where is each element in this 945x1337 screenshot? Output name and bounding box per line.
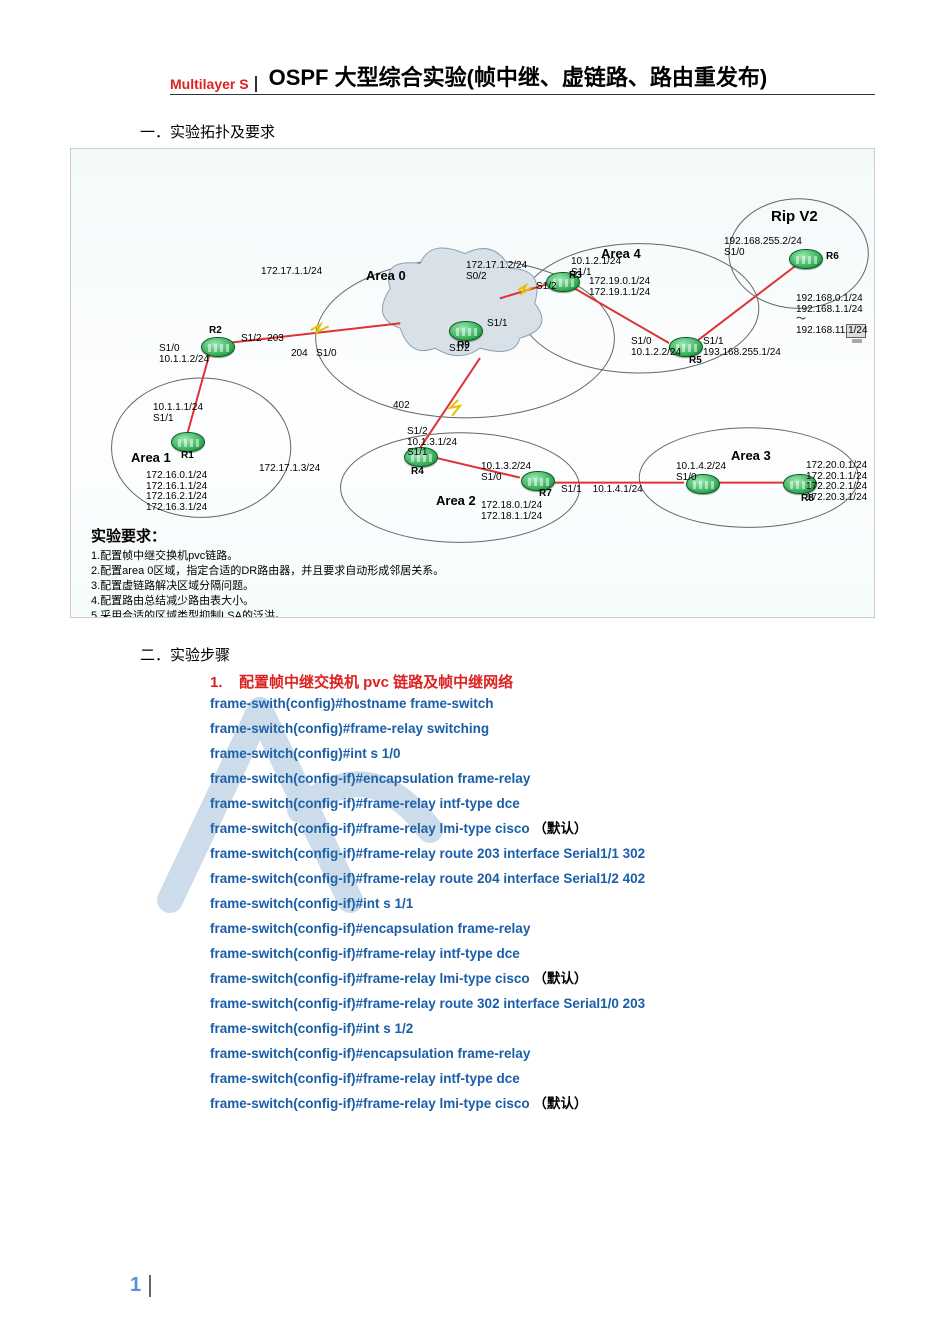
ip-10-1-3-1: S1/2 10.1.3.1/24 S1/1 — [407, 427, 457, 459]
requirements-heading: 实验要求： — [91, 527, 444, 547]
r7-label: R7 — [539, 489, 552, 500]
topology-diagram: Area 0 Area 1 Area 2 Area 3 Area 4 Rip V… — [70, 148, 875, 618]
config-line-note: （默认） — [530, 821, 588, 836]
config-line-note: （默认） — [530, 971, 588, 986]
config-line: frame-swith(config)#hostname frame-switc… — [210, 692, 875, 717]
r4-label: R4 — [411, 467, 424, 478]
ip-10-1-1-2: S1/0 10.1.1.2/24 — [159, 344, 209, 365]
header-left-text: Multilayer S — [170, 76, 257, 92]
page-footer: 1 — [130, 1275, 151, 1297]
config-line: frame-switch(config-if)#frame-relay lmi-… — [210, 817, 875, 842]
s12-r3: S1/2 — [536, 282, 557, 293]
r1-label: R1 — [181, 451, 194, 462]
router-r9-icon — [449, 321, 483, 341]
config-line: frame-switch(config-if)#frame-relay rout… — [210, 992, 875, 1017]
config-line: frame-switch(config-if)#frame-relay lmi-… — [210, 1092, 875, 1117]
area0-label: Area 0 — [366, 269, 406, 283]
r8-nets: 172.20.0.1/24 172.20.1.1/24 172.20.2.1/2… — [806, 461, 867, 503]
config-line: frame-switch(config-if)#encapsulation fr… — [210, 917, 875, 942]
r6-label: R6 — [826, 252, 839, 263]
r3-label: R3 — [569, 271, 582, 282]
ip-17-1-3: 172.17.1.3/24 — [259, 464, 320, 475]
config-line: frame-switch(config-if)#frame-relay intf… — [210, 1067, 875, 1092]
config-line-note: （默认） — [530, 1096, 588, 1111]
ripv2-label: Rip V2 — [771, 209, 818, 225]
ip-10-1-4-2: 10.1.4.2/24 S1/0 — [676, 462, 726, 483]
ip-10-1-2-2: S1/0 10.1.2.2/24 — [631, 337, 681, 358]
r5-label: R5 — [689, 356, 702, 367]
config-line: frame-switch(config-if)#frame-relay rout… — [210, 867, 875, 892]
page-header: Multilayer S OSPF 大型综合实验(帧中继、虚链路、路由重发布) — [170, 60, 875, 95]
section2-title: 二．实验步骤 — [140, 644, 875, 665]
r2-ports: S1/2 203 — [241, 334, 284, 345]
config-line: frame-switch(config)#int s 1/0 — [210, 742, 875, 767]
ip-17-1-1: 172.17.1.1/24 — [261, 267, 322, 278]
r6-ip: 192.168.255.2/24 S1/0 — [724, 237, 802, 258]
r3-nets: 172.19.0.1/24 172.19.1.1/24 — [589, 277, 650, 298]
page-title: OSPF 大型综合实验(帧中继、虚链路、路由重发布) — [265, 60, 768, 92]
config-line: frame-switch(config-if)#frame-relay intf… — [210, 792, 875, 817]
req-4: 4.配置路由总结减少路由表大小。 — [91, 594, 444, 609]
ip-10-1-1-1: 10.1.1.1/24 S1/1 — [153, 403, 203, 424]
section1-title: 一．实验拓扑及要求 — [140, 121, 875, 142]
config-line: frame-switch(config-if)#encapsulation fr… — [210, 1042, 875, 1067]
ip-17-1-2: 172.17.1.2/24 S0/2 — [466, 261, 527, 282]
r2-label: R2 — [209, 326, 222, 337]
config-lines: frame-swith(config)#hostname frame-switc… — [210, 692, 875, 1116]
step1-index: 1. — [210, 674, 223, 691]
ip-10-1-4-1: S1/1 10.1.4.1/24 — [561, 485, 643, 496]
config-line: frame-switch(config-if)#frame-relay intf… — [210, 942, 875, 967]
ip-10-1-3-2: 10.1.3.2/24 S1/0 — [481, 462, 531, 483]
steps-block: 1. 配置帧中继交换机 pvc 链路及帧中继网络 frame-swith(con… — [210, 671, 875, 1116]
r9-s11: S1/1 — [487, 319, 508, 330]
l402: 402 — [393, 401, 410, 412]
config-line: frame-switch(config-if)#encapsulation fr… — [210, 767, 875, 792]
req-3: 3.配置虚链路解决区域分隔问题。 — [91, 579, 444, 594]
page-number: 1 — [130, 1275, 151, 1297]
document-page: Multilayer S OSPF 大型综合实验(帧中继、虚链路、路由重发布) … — [0, 0, 945, 1337]
router-r1-icon — [171, 432, 205, 452]
req-2: 2.配置area 0区域，指定合适的DR路由器，并且要求自动形成邻居关系。 — [91, 564, 444, 579]
config-line: frame-switch(config-if)#frame-relay rout… — [210, 842, 875, 867]
r2-204: 204 S1/0 — [291, 349, 337, 360]
area1-label: Area 1 — [131, 451, 171, 465]
r1-nets: 172.16.0.1/24 172.16.1.1/24 172.16.2.1/2… — [146, 471, 207, 513]
req-5: 5.采用合适的区域类型抑制LSA的泛洪。 — [91, 609, 444, 618]
req-1: 1.配置帧中继交换机pvc链路。 — [91, 549, 444, 564]
r5-ip: S1/1 193.168.255.1/24 — [703, 337, 781, 358]
r8-label: R8 — [801, 494, 814, 505]
r6-nets: 192.168.0.1/24 192.168.1.1/24 ～ 192.168.… — [796, 294, 868, 336]
config-line: frame-switch(config-if)#int s 1/1 — [210, 892, 875, 917]
r7-nets: 172.18.0.1/24 172.18.1.1/24 — [481, 501, 542, 522]
step1-title: 配置帧中继交换机 pvc 链路及帧中继网络 — [239, 674, 513, 691]
r9-label: R9 — [457, 341, 470, 352]
config-line: frame-switch(config-if)#frame-relay lmi-… — [210, 967, 875, 992]
requirements-block: 实验要求： 1.配置帧中继交换机pvc链路。 2.配置area 0区域，指定合适… — [91, 527, 444, 618]
area2-label: Area 2 — [436, 494, 476, 508]
config-line: frame-switch(config)#frame-relay switchi… — [210, 717, 875, 742]
area3-label: Area 3 — [731, 449, 771, 463]
config-line: frame-switch(config-if)#int s 1/2 — [210, 1017, 875, 1042]
step1-heading: 1. 配置帧中继交换机 pvc 链路及帧中继网络 — [210, 671, 875, 692]
